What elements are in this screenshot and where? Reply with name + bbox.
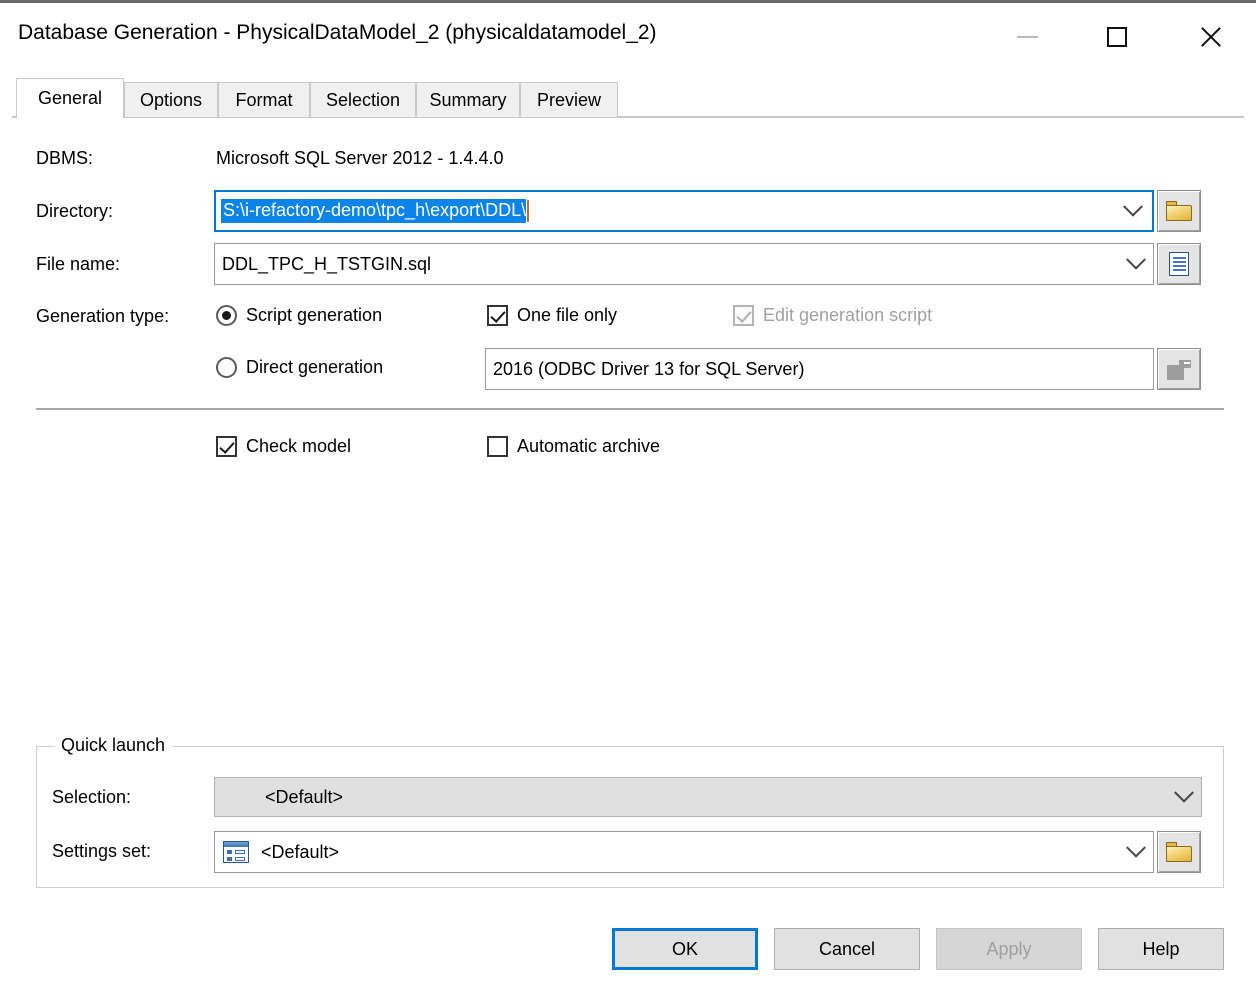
chevron-down-icon[interactable] [1119,837,1153,859]
dbms-value: Microsoft SQL Server 2012 - 1.4.4.0 [216,148,504,168]
folder-icon [1166,842,1192,862]
odbc-datasource-value: 2016 (ODBC Driver 13 for SQL Server) [493,358,805,379]
window-title: Database Generation - PhysicalDataModel_… [18,21,657,44]
close-icon [1198,24,1224,50]
radio-script-generation[interactable]: Script generation [216,305,382,326]
radio-script-generation-label: Script generation [246,305,383,325]
checkbox-edit-generation-script: Edit generation script [733,305,932,326]
minimize-icon [1016,35,1038,38]
tab-preview-label: Preview [536,89,602,110]
odbc-browse-button [1157,348,1201,390]
quick-launch-selection-value: <Default> [265,786,344,807]
tab-selection-label: Selection [325,89,401,110]
quick-launch-group-title: Quick launch [54,735,173,756]
checkbox-edit-generation-script-label: Edit generation script [763,305,933,325]
directory-label: Directory: [36,201,114,221]
filename-value: DDL_TPC_H_TSTGIN.sql [222,253,432,274]
radio-direct-generation-label: Direct generation [246,357,384,377]
help-button[interactable]: Help [1098,928,1224,970]
filename-browse-button[interactable] [1157,243,1201,285]
radio-button-icon [216,305,237,326]
tab-options-label: Options [139,89,203,110]
checkbox-check-model[interactable]: Check model [216,436,351,457]
general-tab-panel: DBMS: Microsoft SQL Server 2012 - 1.4.4.… [0,118,1256,908]
quick-launch-selection-label: Selection: [52,787,132,807]
maximize-icon [1107,26,1127,47]
close-button[interactable] [1180,6,1242,67]
dbms-label: DBMS: [36,148,94,168]
filename-combobox[interactable]: DDL_TPC_H_TSTGIN.sql [214,243,1154,285]
section-divider [36,408,1224,410]
tab-summary-label: Summary [429,89,507,110]
apply-button: Apply [936,928,1082,970]
tab-bar: General Options Format Selection Summary… [12,78,1244,119]
tab-format[interactable]: Format [218,82,310,118]
quick-launch-settings-set-label: Settings set: [52,841,152,861]
directory-combobox[interactable]: S:\i-refactory-demo\tpc_h\export\DDL\ [214,190,1154,232]
tab-summary[interactable]: Summary [416,82,520,118]
checkbox-check-model-label: Check model [246,436,352,456]
chevron-down-icon[interactable] [1119,249,1153,271]
document-icon [1169,252,1189,276]
checkbox-automatic-archive-label: Automatic archive [517,436,661,456]
tab-format-label: Format [235,89,293,110]
dialog-footer: OK Cancel Apply Help [0,908,1256,990]
cancel-button[interactable]: Cancel [774,928,920,970]
quick-launch-settings-set-browse-button[interactable] [1157,831,1201,873]
radio-button-icon [216,357,237,378]
generation-type-label: Generation type: [36,306,170,326]
title-bar: Database Generation - PhysicalDataModel_… [0,0,1256,66]
chevron-down-icon[interactable] [1167,782,1201,804]
maximize-button[interactable] [1086,6,1148,67]
tab-preview[interactable]: Preview [520,82,618,118]
tab-selection[interactable]: Selection [310,82,416,118]
database-connection-icon [1167,358,1191,380]
text-caret [527,200,529,222]
checkbox-one-file-only-label: One file only [517,305,618,325]
directory-value: S:\i-refactory-demo\tpc_h\export\DDL\ [221,199,527,223]
tab-general[interactable]: General [16,78,124,119]
tab-options[interactable]: Options [124,82,218,118]
chevron-down-icon[interactable] [1116,192,1150,230]
quick-launch-selection-dropdown[interactable]: <Default> [214,777,1202,817]
directory-browse-button[interactable] [1157,190,1201,232]
checkbox-icon [487,436,508,457]
quick-launch-settings-set-dropdown[interactable]: <Default> [214,831,1154,873]
filename-label: File name: [36,254,121,274]
ok-button[interactable]: OK [612,928,758,970]
radio-direct-generation[interactable]: Direct generation [216,357,383,378]
checkbox-icon [216,436,237,457]
checkbox-icon [487,305,508,326]
checkbox-automatic-archive[interactable]: Automatic archive [487,436,660,457]
checkbox-one-file-only[interactable]: One file only [487,305,617,326]
quick-launch-settings-set-value: <Default> [261,841,340,862]
settings-set-icon [223,841,249,863]
minimize-button[interactable] [996,6,1058,67]
checkbox-icon [733,305,754,326]
folder-icon [1166,201,1192,221]
odbc-datasource-field[interactable]: 2016 (ODBC Driver 13 for SQL Server) [485,348,1154,390]
tab-general-label: General [37,88,103,108]
